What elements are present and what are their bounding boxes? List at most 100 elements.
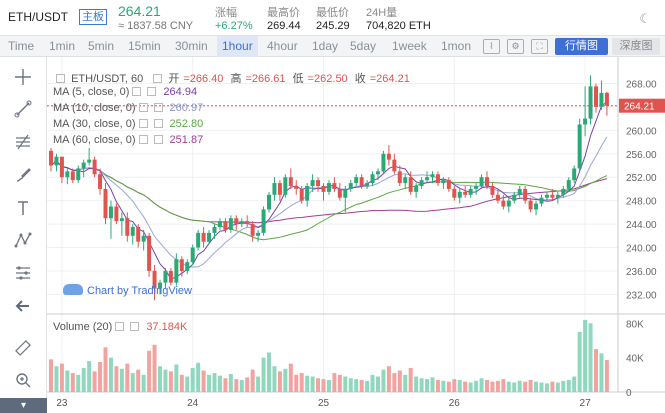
candle-body: [501, 200, 506, 207]
close-icon[interactable]: [153, 103, 163, 112]
settings-icon[interactable]: [153, 74, 163, 83]
volume-bar: [561, 380, 566, 392]
candle-body: [261, 209, 266, 233]
crosshair-icon[interactable]: [10, 65, 36, 89]
volume-value: 37.184K: [146, 321, 188, 333]
volume-bar: [446, 381, 451, 392]
eye-icon[interactable]: [138, 119, 148, 128]
candle-body: [370, 174, 375, 184]
volume-tick-label: 40K: [626, 354, 644, 365]
depth-view-button[interactable]: 深度图: [612, 38, 660, 55]
candle-style-icon[interactable]: ⌇: [483, 39, 500, 54]
interval-1min[interactable]: 1min: [44, 36, 80, 57]
candle-body: [277, 183, 282, 195]
fullscreen-icon[interactable]: ⛶: [531, 39, 548, 54]
volume-bar: [594, 349, 598, 392]
candle-body: [147, 235, 152, 271]
candle-body: [332, 183, 337, 189]
volume-bar: [245, 377, 250, 392]
collapse-tools-button[interactable]: ▾: [0, 398, 47, 413]
volume-bar: [583, 319, 588, 392]
volume-bar: [457, 379, 462, 392]
candle-body: [98, 174, 103, 189]
candle-body: [343, 188, 348, 198]
back-arrow-icon[interactable]: [10, 294, 36, 318]
candle-body: [348, 183, 353, 189]
brush-icon[interactable]: [10, 163, 36, 187]
pair-name[interactable]: ETH/USDT: [8, 10, 68, 24]
candle-body: [577, 124, 582, 169]
text-icon[interactable]: [10, 196, 36, 220]
volume-label: Volume (20): [53, 321, 113, 333]
interval-time[interactable]: Time: [3, 36, 39, 57]
candle-body: [544, 194, 549, 198]
volume-bar: [212, 373, 217, 392]
volume-bar: [550, 381, 555, 392]
volume-bar: [555, 382, 560, 392]
interval-1hour[interactable]: 1hour: [217, 36, 258, 57]
price-tick-label: 256.00: [626, 150, 657, 161]
close-icon[interactable]: [153, 135, 163, 144]
volume-bar: [54, 366, 59, 392]
pattern-icon[interactable]: [10, 228, 36, 252]
ruler-icon[interactable]: [10, 336, 36, 360]
volume-bar: [316, 378, 321, 392]
board-badge: 主板: [79, 9, 107, 25]
measure-icon[interactable]: [10, 261, 36, 285]
candle-body: [386, 153, 391, 160]
ohlc-low-label: 低: [292, 73, 304, 85]
eye-icon[interactable]: [132, 87, 142, 96]
candle-body: [512, 194, 517, 201]
volume-bar: [517, 380, 522, 392]
close-icon[interactable]: [153, 119, 163, 128]
legend-toggle-icon[interactable]: [56, 74, 65, 83]
legend-volume: Volume (20) 37.184K: [53, 321, 187, 333]
candle-body: [588, 86, 593, 119]
volume-bar: [201, 370, 206, 392]
price-chart[interactable]: 232.00 236.00 240.00 244.00 248.00 252.00 256.…: [47, 57, 665, 413]
interval-5min[interactable]: 5min: [83, 36, 119, 57]
tradingview-watermark[interactable]: Chart by TradingView: [63, 284, 192, 297]
eye-icon[interactable]: [138, 103, 148, 112]
candle-body: [59, 156, 64, 178]
time-tick-label: 25: [318, 398, 330, 409]
volume-bar: [392, 373, 397, 392]
kline-view-button[interactable]: 行情图: [555, 38, 608, 55]
candle-body: [201, 232, 206, 242]
trend-line-icon[interactable]: [10, 97, 36, 121]
interval-5day[interactable]: 5day: [345, 36, 381, 57]
interval-1mon[interactable]: 1mon: [436, 36, 476, 57]
interval-1day[interactable]: 1day: [307, 36, 343, 57]
interval-toolbar: Time 1min 5min 15min 30min 1hour 4hour 1…: [0, 36, 665, 57]
interval-1week[interactable]: 1week: [387, 36, 432, 57]
cloud-icon: [63, 284, 83, 295]
volume-bar: [288, 363, 293, 392]
close-icon[interactable]: [130, 322, 140, 331]
indicator-icon[interactable]: ⚙: [507, 39, 524, 54]
volume-bar: [234, 379, 239, 392]
stat-low: 最低价 245.29: [316, 7, 350, 32]
legend-ma60: MA (60, close, 0) 251.87: [53, 134, 203, 146]
ohlc-high-label: 高: [230, 73, 242, 85]
candle-body: [87, 159, 92, 163]
eye-icon[interactable]: [138, 135, 148, 144]
moon-icon[interactable]: ☾: [639, 11, 651, 27]
time-tick-label: 27: [580, 398, 592, 409]
ohlc-open-value: =266.40: [183, 73, 224, 85]
volume-bar: [425, 379, 430, 392]
close-icon[interactable]: [147, 87, 157, 96]
interval-30min[interactable]: 30min: [170, 36, 213, 57]
last-price-badge-text: 264.21: [624, 102, 655, 113]
fib-icon[interactable]: [10, 130, 36, 154]
settings-icon[interactable]: [115, 322, 125, 331]
interval-4hour[interactable]: 4hour: [262, 36, 303, 57]
zoom-icon[interactable]: [10, 368, 36, 392]
volume-bar: [267, 352, 271, 392]
volume-bar: [207, 374, 212, 392]
candle-body: [408, 177, 413, 192]
candle-body: [256, 232, 261, 236]
candle-body: [594, 86, 598, 107]
legend-ma10: MA (10, close, 0) 260.97: [53, 102, 203, 114]
interval-15min[interactable]: 15min: [123, 36, 166, 57]
candle-body: [604, 92, 609, 106]
